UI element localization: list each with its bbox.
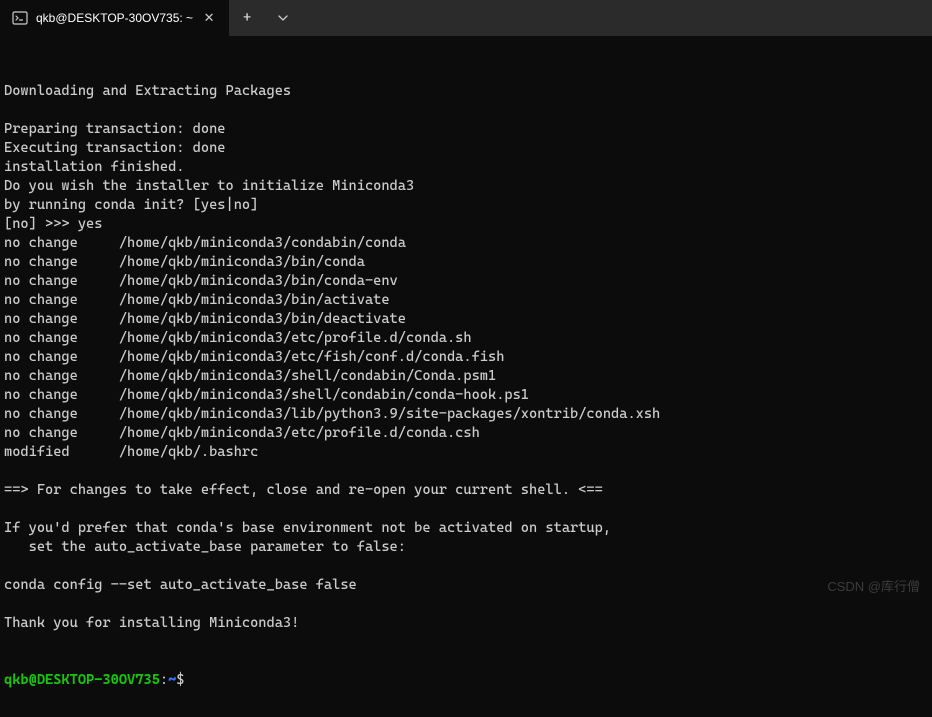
prompt-colon: : (160, 672, 168, 688)
terminal-line (4, 101, 928, 120)
terminal-line (4, 557, 928, 576)
new-tab-button[interactable]: + (229, 0, 265, 36)
terminal-line: no change /home/qkb/miniconda3/etc/fish/… (4, 348, 928, 367)
terminal-line: no change /home/qkb/miniconda3/etc/profi… (4, 424, 928, 443)
prompt-user-host: qkb@DESKTOP-30OV735 (4, 672, 160, 688)
terminal-line: modified /home/qkb/.bashrc (4, 443, 928, 462)
terminal-line: no change /home/qkb/miniconda3/bin/conda… (4, 272, 928, 291)
terminal-line: Downloading and Extracting Packages (4, 82, 928, 101)
terminal-line: set the auto_activate_base parameter to … (4, 538, 928, 557)
terminal-line (4, 462, 928, 481)
terminal-line: Preparing transaction: done (4, 120, 928, 139)
terminal-line (4, 595, 928, 614)
titlebar-actions: + (229, 0, 301, 36)
prompt-line: qkb@DESKTOP-30OV735:~$ (4, 671, 928, 690)
prompt-symbol: $ (176, 672, 184, 688)
tab-title: qkb@DESKTOP-30OV735: ~ (36, 11, 193, 25)
prompt-path: ~ (168, 672, 176, 688)
terminal-line: no change /home/qkb/miniconda3/bin/conda (4, 253, 928, 272)
watermark: CSDN @库行僧 (827, 576, 920, 595)
terminal-line: no change /home/qkb/miniconda3/condabin/… (4, 234, 928, 253)
terminal-line: [no] >>> yes (4, 215, 928, 234)
dropdown-button[interactable] (265, 0, 301, 36)
terminal-line: no change /home/qkb/miniconda3/shell/con… (4, 367, 928, 386)
terminal-line: no change /home/qkb/miniconda3/shell/con… (4, 386, 928, 405)
terminal-line: installation finished. (4, 158, 928, 177)
titlebar: qkb@DESKTOP-30OV735: ~ ✕ + (0, 0, 932, 36)
terminal-line: Executing transaction: done (4, 139, 928, 158)
terminal-line: ==> For changes to take effect, close an… (4, 481, 928, 500)
terminal-line: no change /home/qkb/miniconda3/lib/pytho… (4, 405, 928, 424)
terminal-line: no change /home/qkb/miniconda3/bin/deact… (4, 310, 928, 329)
terminal-icon (12, 10, 28, 26)
terminal-tab[interactable]: qkb@DESKTOP-30OV735: ~ ✕ (0, 0, 229, 36)
terminal-output[interactable]: Downloading and Extracting Packages Prep… (0, 36, 932, 717)
terminal-line: by running conda init? [yes|no] (4, 196, 928, 215)
terminal-line: no change /home/qkb/miniconda3/bin/activ… (4, 291, 928, 310)
terminal-line: no change /home/qkb/miniconda3/etc/profi… (4, 329, 928, 348)
terminal-line: If you'd prefer that conda's base enviro… (4, 519, 928, 538)
terminal-line: Do you wish the installer to initialize … (4, 177, 928, 196)
terminal-line: Thank you for installing Miniconda3! (4, 614, 928, 633)
close-icon[interactable]: ✕ (201, 10, 217, 26)
terminal-line (4, 500, 928, 519)
chevron-down-icon (278, 13, 288, 23)
terminal-line: conda config --set auto_activate_base fa… (4, 576, 928, 595)
